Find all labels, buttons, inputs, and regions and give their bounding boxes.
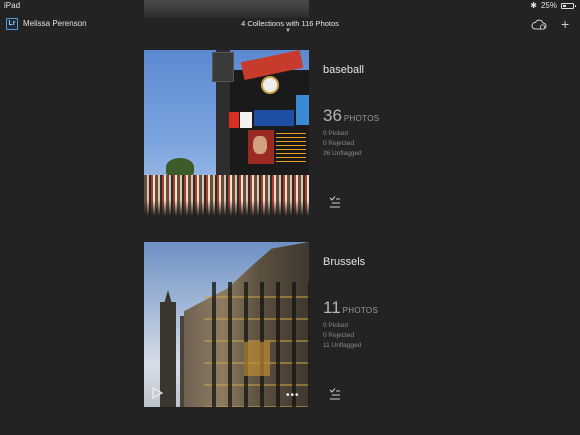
bluetooth-icon: ✱ (530, 1, 537, 10)
more-options-icon[interactable]: ••• (286, 391, 300, 401)
app-header: Lr Melissa Perenson 4 Collections with 1… (0, 14, 580, 38)
flag-filter-icon[interactable] (329, 388, 341, 400)
battery-fill (563, 4, 566, 7)
battery-icon (561, 2, 576, 9)
collections-title[interactable]: 4 Collections with 116 Photos (0, 19, 580, 28)
battery-percent: 25% (540, 1, 557, 10)
photo-count: 11 PHOTOS (323, 298, 378, 318)
photo-count-unit: PHOTOS (342, 306, 379, 315)
unflagged-count: 11 Unflagged (323, 342, 362, 349)
collection-thumbnail[interactable]: ••• (144, 242, 309, 407)
play-icon[interactable] (150, 386, 164, 400)
photo-count-number: 36 (323, 106, 342, 125)
collection-name[interactable]: baseball (323, 64, 364, 76)
chevron-down-icon[interactable]: ▼ (285, 28, 291, 34)
status-right: ✱ 25% (530, 1, 576, 10)
collection-name[interactable]: Brussels (323, 256, 365, 268)
picked-count: 0 Picked (323, 130, 348, 137)
photo-count-number: 11 (323, 298, 341, 317)
photo-count: 36 PHOTOS (323, 106, 379, 126)
collection-thumbnail[interactable] (144, 50, 309, 215)
flag-filter-icon[interactable] (329, 196, 341, 208)
rejected-count: 0 Rejected (323, 332, 355, 339)
photo-count-unit: PHOTOS (343, 114, 380, 123)
rejected-count: 0 Rejected (323, 140, 355, 147)
unflagged-count: 36 Unflagged (323, 150, 362, 157)
cloud-sync-icon[interactable] (531, 19, 547, 30)
add-icon[interactable]: + (561, 17, 569, 31)
picked-count: 0 Picked (323, 322, 348, 329)
